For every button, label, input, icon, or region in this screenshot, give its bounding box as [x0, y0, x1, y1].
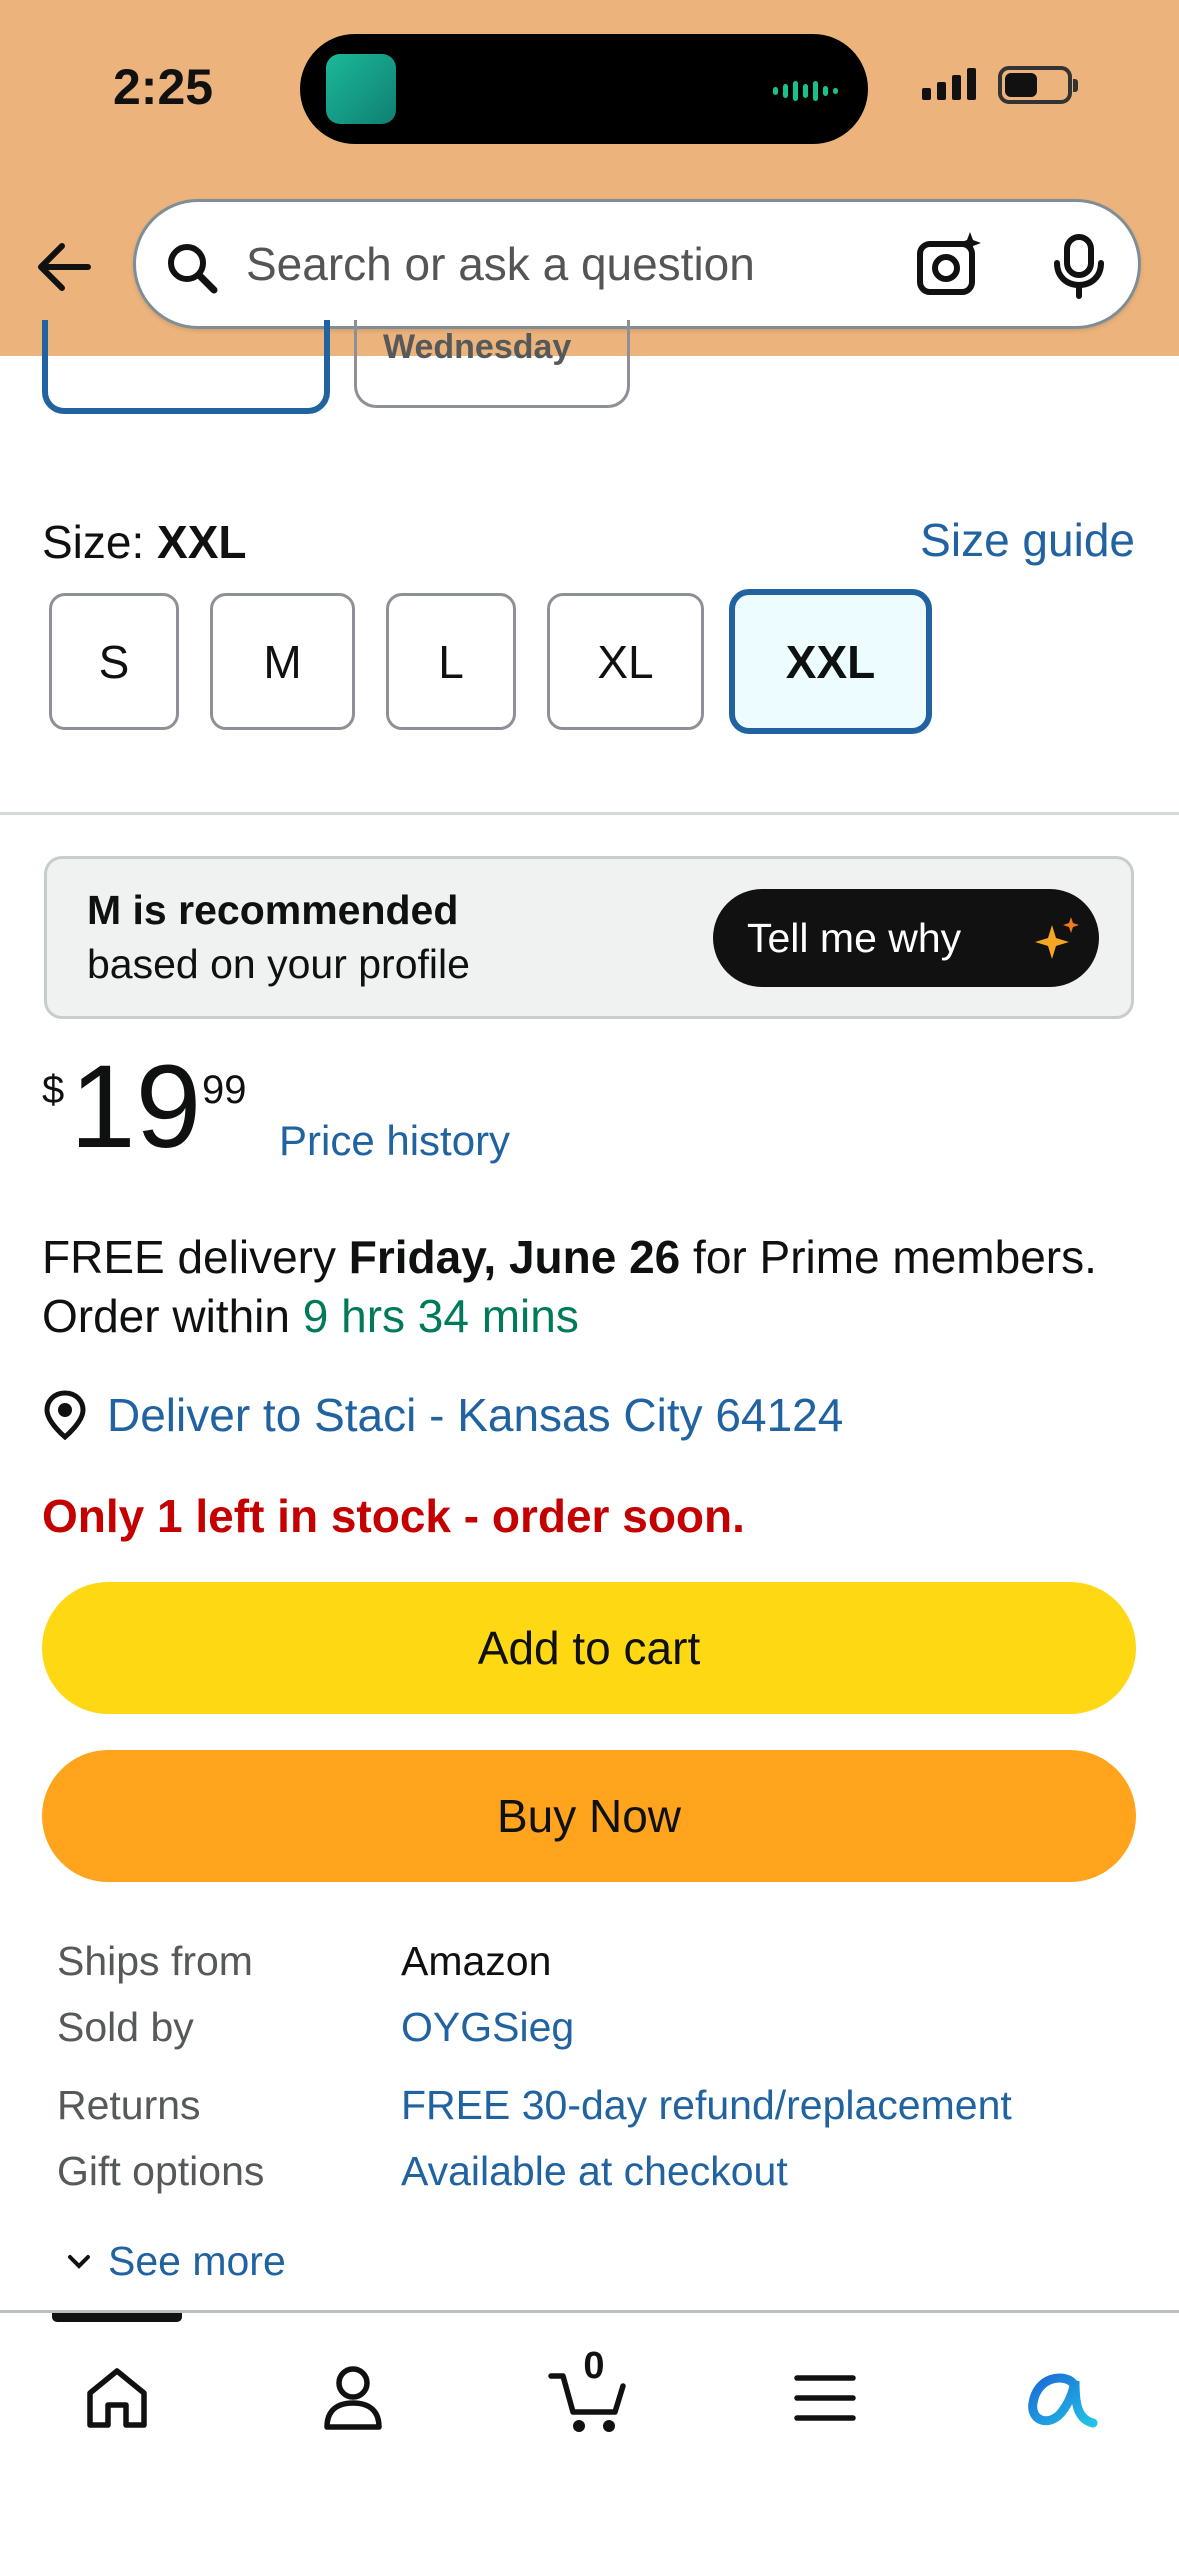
search-input[interactable]: [246, 202, 926, 326]
delivery-info: FREE delivery Friday, June 26 for Prime …: [42, 1231, 1097, 1342]
header: 2:25: [0, 0, 1179, 356]
tell-me-why-button[interactable]: Tell me why: [713, 889, 1099, 987]
tab-menu[interactable]: [780, 2353, 870, 2443]
search-bar[interactable]: [133, 199, 1141, 329]
stock-warning: Only 1 left in stock - order soon.: [42, 1490, 745, 1542]
recommendation-title: M is recommended: [87, 887, 459, 933]
location-pin-icon: [44, 1390, 86, 1440]
price-history-link[interactable]: Price history: [279, 1117, 510, 1165]
menu-icon: [794, 2375, 856, 2421]
tell-me-why-label: Tell me why: [747, 914, 962, 961]
ships-from-label: Ships from: [57, 1938, 253, 1984]
size-option-xl[interactable]: XL: [547, 593, 704, 730]
microphone-icon[interactable]: [1051, 233, 1107, 299]
camera-lens-icon[interactable]: [914, 230, 984, 300]
ships-from-value: Amazon: [401, 1938, 552, 1984]
tab-cart[interactable]: 0: [544, 2345, 634, 2443]
rufus-ai-icon: [1028, 2373, 1098, 2428]
delivery-date: Friday, June 26: [348, 1231, 681, 1283]
tab-home[interactable]: [72, 2353, 162, 2443]
price-currency: $: [42, 1068, 65, 1112]
tab-account[interactable]: [308, 2353, 398, 2443]
gift-options-label: Gift options: [57, 2148, 265, 2194]
status-time: 2:25: [113, 59, 214, 115]
search-icon: [168, 244, 218, 294]
recommendation-subtitle: based on your profile: [87, 941, 470, 987]
battery-icon: [998, 66, 1078, 104]
style-option-label: Wednesday: [383, 328, 572, 366]
size-option-l[interactable]: L: [386, 593, 516, 730]
section-divider: [0, 812, 1179, 815]
sparkle-icon: [1035, 917, 1079, 959]
cellular-signal-icon: [922, 68, 976, 100]
deliver-to-link[interactable]: Deliver to Staci - Kansas City 64124: [107, 1388, 843, 1442]
size-label: Size: XXL: [42, 516, 247, 568]
chevron-down-icon: [68, 2254, 90, 2269]
sold-by-label: Sold by: [57, 2004, 194, 2050]
size-recommendation-card: M is recommended based on your profile T…: [44, 856, 1134, 1019]
price-whole: 19: [70, 1041, 202, 1173]
size-option-s[interactable]: S: [49, 593, 179, 730]
style-option-selected[interactable]: [42, 320, 330, 414]
dynamic-island[interactable]: [300, 34, 868, 144]
sold-by-link[interactable]: OYGSieg: [401, 2004, 574, 2051]
see-more-label: See more: [108, 2238, 286, 2284]
account-icon: [324, 2366, 382, 2430]
now-playing-artwork: [326, 54, 396, 124]
price-fraction: 99: [202, 1068, 247, 1112]
style-option[interactable]: Wednesday: [354, 320, 630, 408]
tab-rufus[interactable]: [1016, 2353, 1106, 2443]
size-option-m[interactable]: M: [210, 593, 355, 730]
gift-options-link[interactable]: Available at checkout: [401, 2148, 788, 2195]
see-more-toggle[interactable]: See more: [66, 2238, 286, 2285]
returns-link[interactable]: FREE 30-day refund/replacement: [401, 2082, 1012, 2129]
returns-label: Returns: [57, 2082, 201, 2128]
buy-now-button[interactable]: Buy Now: [42, 1750, 1136, 1882]
selected-size: XXL: [157, 516, 247, 568]
active-tab-indicator: [52, 2313, 182, 2322]
order-countdown: 9 hrs 34 mins: [302, 1290, 579, 1342]
bottom-tab-bar: 0: [0, 2310, 1179, 2556]
add-to-cart-button[interactable]: Add to cart: [42, 1582, 1136, 1714]
home-icon: [87, 2368, 147, 2428]
back-arrow-icon[interactable]: [30, 232, 100, 302]
size-option-xxl[interactable]: XXL: [729, 589, 932, 734]
cart-count-badge: 0: [583, 2345, 605, 2387]
size-guide-link[interactable]: Size guide: [920, 513, 1135, 567]
audio-wave-icon: [773, 81, 838, 101]
